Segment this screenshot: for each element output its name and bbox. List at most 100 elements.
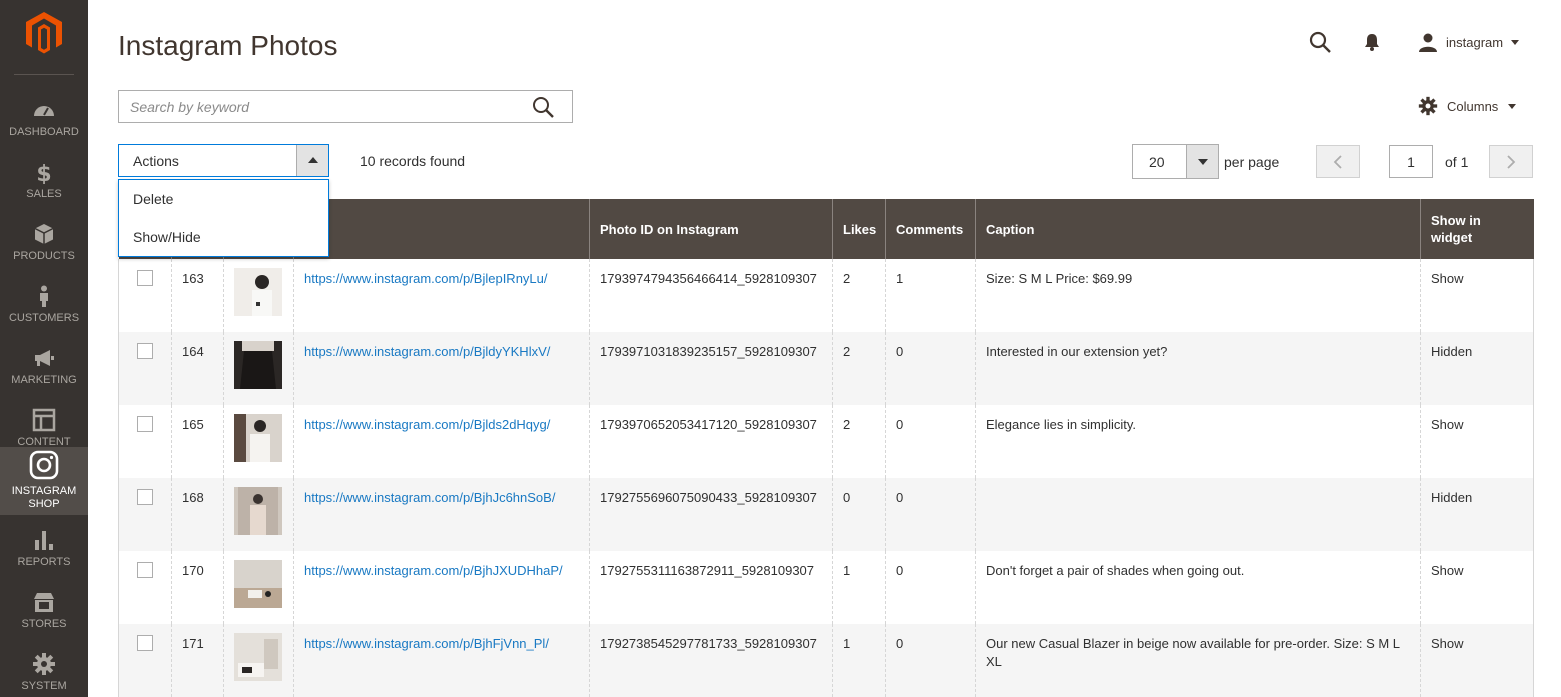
chevron-up-icon	[308, 157, 318, 163]
sidebar-item-label: SYSTEM	[21, 680, 67, 692]
photo-thumbnail[interactable]	[234, 487, 282, 535]
row-caption: Our new Casual Blazer in beige now avail…	[975, 624, 1421, 697]
global-search-icon[interactable]	[1308, 30, 1332, 54]
notification-bell-icon[interactable]	[1362, 32, 1382, 52]
row-checkbox[interactable]	[137, 416, 153, 432]
sidebar-item-dashboard[interactable]: DASHBOARD	[0, 88, 88, 150]
photo-thumbnail[interactable]	[234, 633, 282, 681]
row-caption: Size: S M L Price: $69.99	[975, 259, 1421, 332]
row-checkbox[interactable]	[137, 562, 153, 578]
column-show-in-widget[interactable]: Show in widget	[1420, 199, 1534, 259]
row-likes: 2	[832, 259, 886, 332]
column-photo-id[interactable]: Photo ID on Instagram	[589, 199, 833, 259]
layout-icon	[32, 408, 56, 432]
sidebar-item-label: REPORTS	[17, 556, 71, 568]
table-row[interactable]: 171 https://www.instagram.com/p/BjhFjVnn…	[118, 624, 1534, 697]
row-comments: 0	[885, 332, 976, 405]
row-widget-status: Show	[1420, 405, 1534, 478]
per-page-toggle[interactable]	[1186, 145, 1218, 178]
sidebar-item-label: DASHBOARD	[9, 126, 79, 138]
chevron-down-icon	[1198, 159, 1208, 165]
row-checkbox[interactable]	[137, 343, 153, 359]
search-input[interactable]	[119, 91, 519, 122]
sidebar-item-system[interactable]: SYSTEM	[0, 642, 88, 697]
next-page-button[interactable]	[1489, 145, 1533, 178]
sidebar-item-sales[interactable]: $ SALES	[0, 150, 88, 212]
magento-logo[interactable]	[24, 10, 64, 54]
sidebar-item-products[interactable]: PRODUCTS	[0, 212, 88, 274]
row-id: 164	[171, 332, 224, 405]
table-row[interactable]: 165 https://www.instagram.com/p/Bjlds2dH…	[118, 405, 1534, 478]
row-checkbox[interactable]	[137, 489, 153, 505]
row-photo-id: 1793971031839235157_5928109307	[589, 332, 833, 405]
action-show-hide[interactable]: Show/Hide	[119, 218, 328, 256]
action-delete[interactable]: Delete	[119, 180, 328, 218]
sidebar-item-label: STORES	[21, 618, 67, 630]
per-page-value: 20	[1149, 154, 1165, 170]
gear-icon	[33, 653, 55, 675]
row-widget-status: Show	[1420, 624, 1534, 697]
per-page-dropdown[interactable]: 20	[1132, 144, 1219, 179]
row-id: 163	[171, 259, 224, 332]
row-photo-id: 1793974794356466414_5928109307	[589, 259, 833, 332]
row-comments: 0	[885, 624, 976, 697]
table-row[interactable]: 163 https://www.instagram.com/p/BjlepIRn…	[118, 259, 1534, 332]
column-link[interactable]	[293, 199, 590, 259]
row-checkbox[interactable]	[137, 270, 153, 286]
instagram-icon	[29, 450, 59, 480]
page-number-input[interactable]	[1389, 145, 1433, 178]
actions-label: Actions	[133, 153, 179, 169]
sidebar-item-label: SALES	[26, 188, 62, 200]
actions-toggle[interactable]	[296, 145, 328, 176]
row-widget-status: Show	[1420, 551, 1534, 624]
sidebar-item-reports[interactable]: REPORTS	[0, 518, 88, 580]
row-caption: Interested in our extension yet?	[975, 332, 1421, 405]
row-photo-id: 1792755311163872911_5928109307	[589, 551, 833, 624]
row-likes: 0	[832, 478, 886, 551]
per-page-label: per page	[1224, 154, 1280, 170]
bar-chart-icon	[35, 531, 53, 550]
row-widget-status: Show	[1420, 259, 1534, 332]
row-caption: Elegance lies in simplicity.	[975, 405, 1421, 478]
column-likes[interactable]: Likes	[832, 199, 886, 259]
instagram-link[interactable]: https://www.instagram.com/p/BjhJXUDHhaP/	[304, 563, 563, 578]
instagram-link[interactable]: https://www.instagram.com/p/BjhJc6hnSoB/	[304, 490, 555, 505]
table-row[interactable]: 164 https://www.instagram.com/p/BjldyYKH…	[118, 332, 1534, 405]
sidebar-item-customers[interactable]: CUSTOMERS	[0, 274, 88, 336]
photo-thumbnail[interactable]	[234, 268, 282, 316]
admin-sidebar: DASHBOARD $ SALES PRODUCTS CUSTOMERS MAR…	[0, 0, 88, 697]
instagram-link[interactable]: https://www.instagram.com/p/Bjlds2dHqyg/	[304, 417, 550, 432]
row-widget-status: Hidden	[1420, 478, 1534, 551]
table-row[interactable]: 170 https://www.instagram.com/p/BjhJXUDH…	[118, 551, 1534, 624]
user-menu[interactable]: instagram	[1418, 30, 1520, 54]
row-caption	[975, 478, 1421, 551]
photo-thumbnail[interactable]	[234, 560, 282, 608]
svg-text:$: $	[36, 162, 51, 184]
dashboard-icon	[34, 106, 54, 116]
table-row[interactable]: 168 https://www.instagram.com/p/BjhJc6hn…	[118, 478, 1534, 551]
row-checkbox[interactable]	[137, 635, 153, 651]
columns-control[interactable]: Columns	[1418, 96, 1517, 116]
actions-dropdown[interactable]: Actions	[118, 144, 329, 177]
search-icon[interactable]	[532, 96, 554, 118]
sidebar-item-label: INSTAGRAM SHOP	[11, 485, 77, 510]
chevron-right-icon	[1507, 155, 1516, 169]
row-id: 168	[171, 478, 224, 551]
sidebar-item-marketing[interactable]: MARKETING	[0, 336, 88, 398]
photo-thumbnail[interactable]	[234, 341, 282, 389]
page-title: Instagram Photos	[118, 30, 338, 61]
page-total: of 1	[1445, 154, 1469, 170]
sidebar-item-instagram-shop[interactable]: INSTAGRAM SHOP	[0, 447, 88, 515]
column-comments[interactable]: Comments	[885, 199, 976, 259]
sidebar-item-label: CUSTOMERS	[8, 312, 80, 324]
column-caption[interactable]: Caption	[975, 199, 1421, 259]
row-comments: 0	[885, 478, 976, 551]
instagram-link[interactable]: https://www.instagram.com/p/BjlepIRnyLu/	[304, 271, 548, 286]
chevron-down-icon	[1511, 39, 1520, 45]
instagram-link[interactable]: https://www.instagram.com/p/BjldyYKHlxV/	[304, 344, 550, 359]
photo-thumbnail[interactable]	[234, 414, 282, 462]
row-comments: 0	[885, 405, 976, 478]
sidebar-item-stores[interactable]: STORES	[0, 580, 88, 642]
previous-page-button[interactable]	[1316, 145, 1360, 178]
instagram-link[interactable]: https://www.instagram.com/p/BjhFjVnn_Pl/	[304, 636, 549, 651]
